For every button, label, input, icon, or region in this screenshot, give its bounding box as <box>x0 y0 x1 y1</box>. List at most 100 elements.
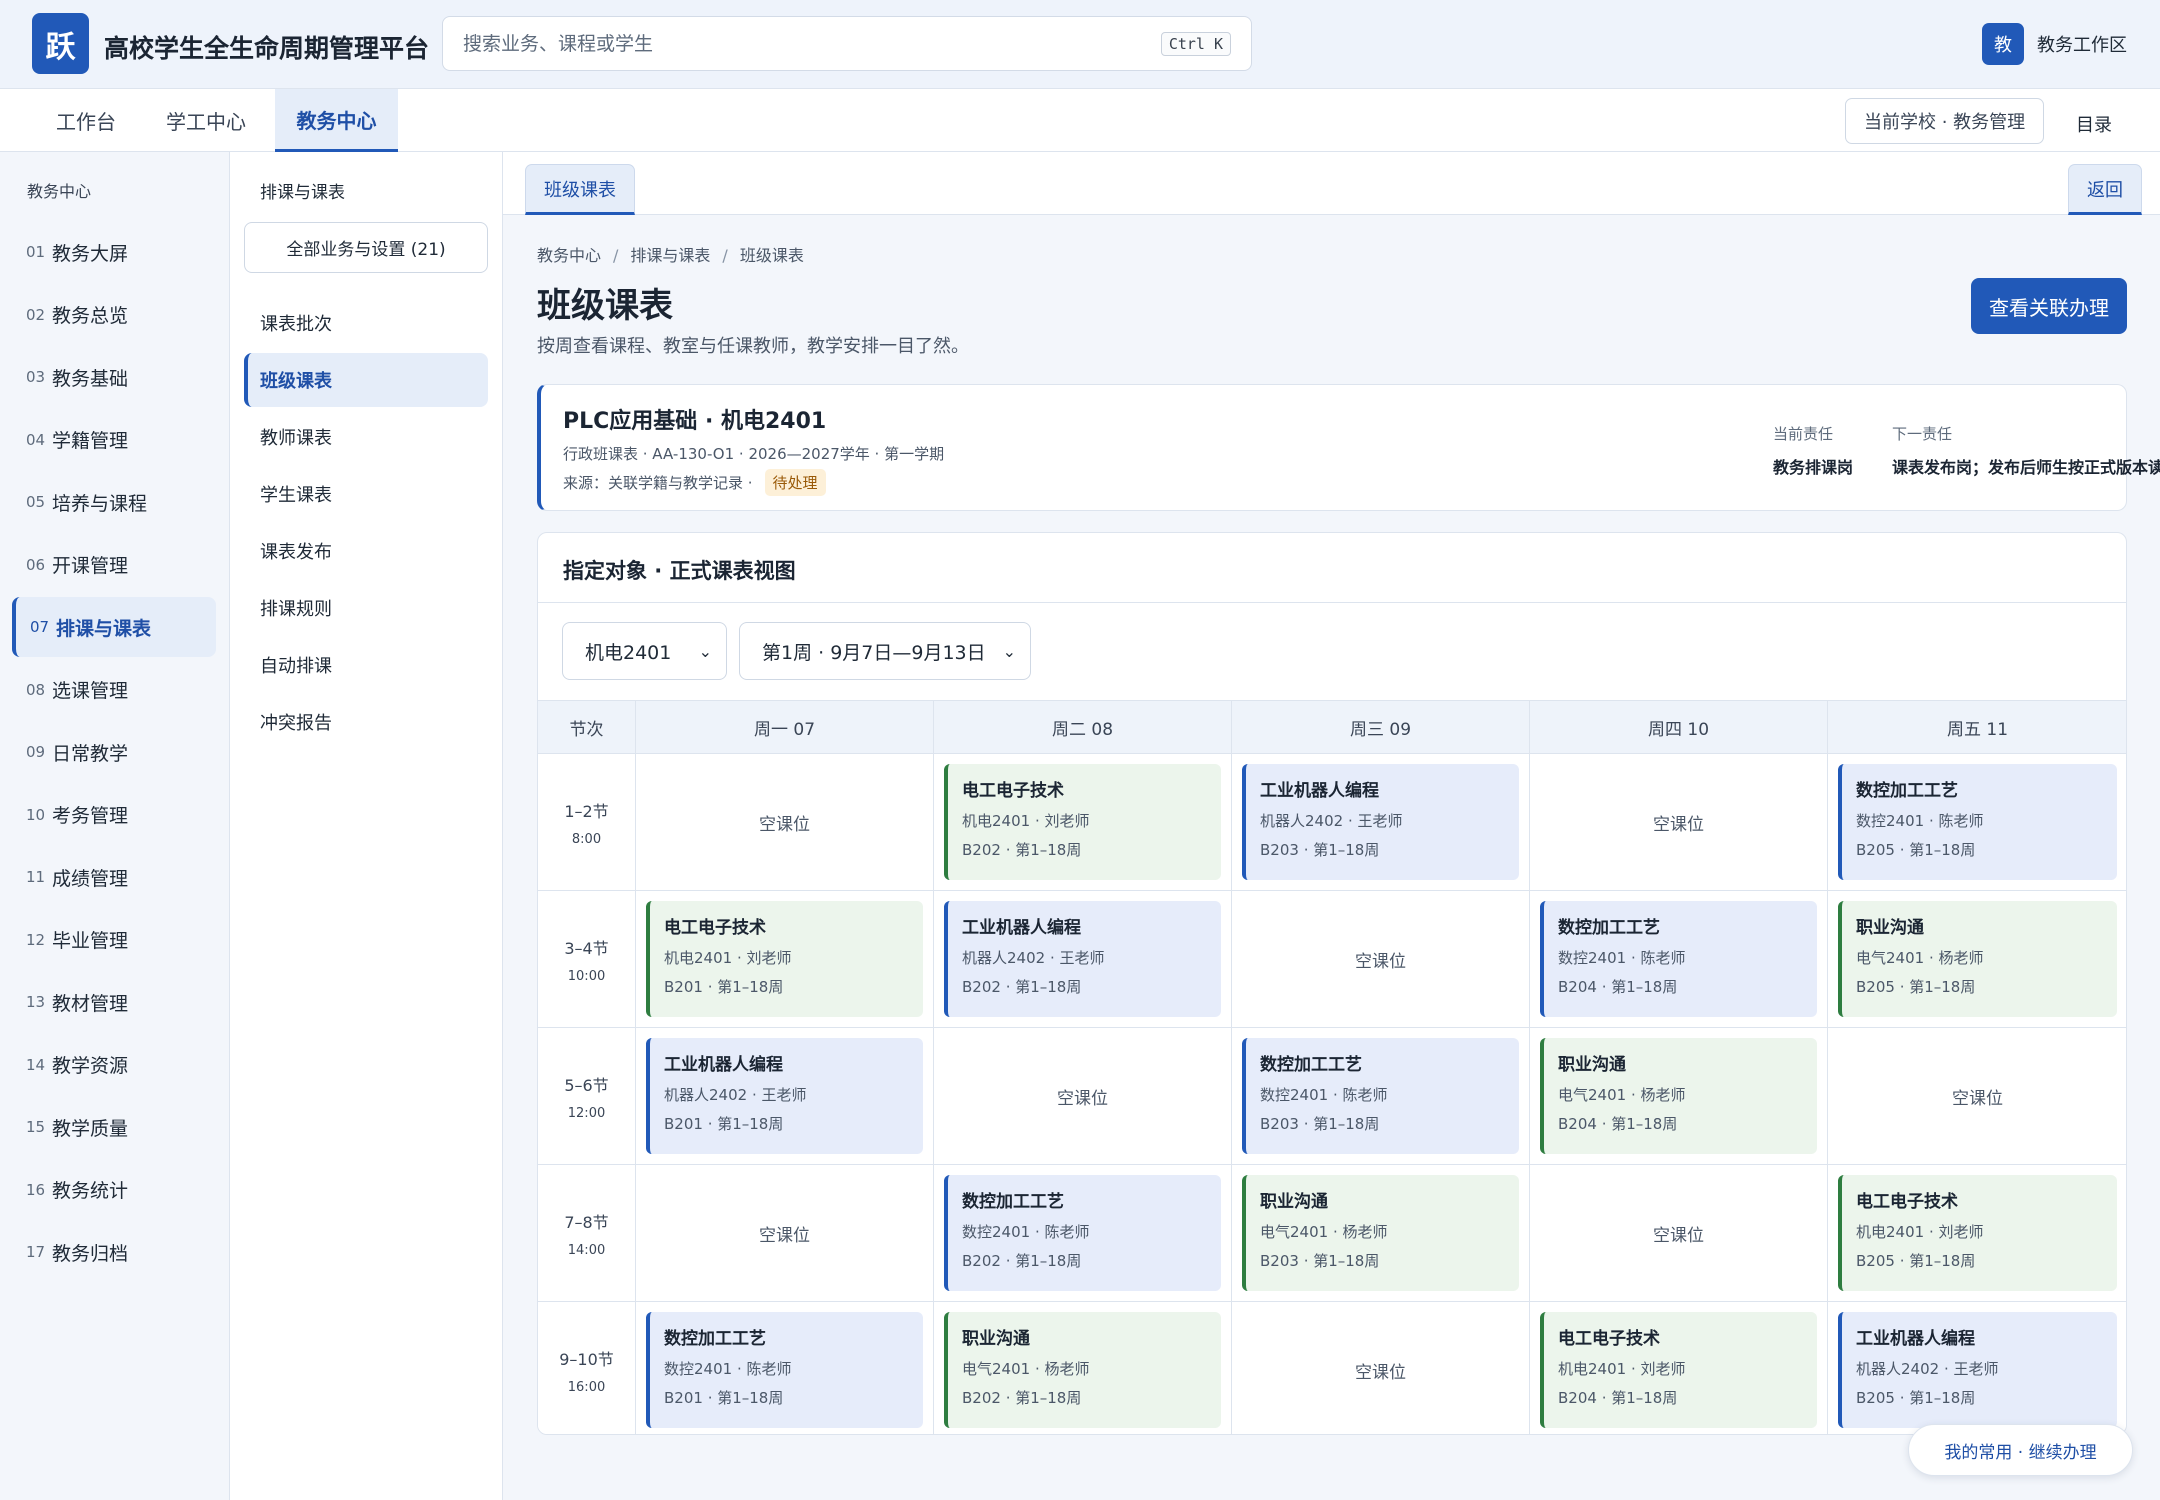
sidebar-item-label: 选课管理 <box>52 680 129 702</box>
empty-slot[interactable]: 空课位 <box>1530 754 1827 890</box>
course-card[interactable]: 电工电子技术 机电2401 · 刘老师 B204 · 第1–18周 <box>1540 1312 1817 1428</box>
sidebar-item[interactable]: 02 教务总览 <box>12 285 216 345</box>
tab-class-schedule[interactable]: 班级课表 <box>525 164 635 215</box>
top-header: 跃 高校学生全生命周期管理平台 Ctrl K 教 教务工作区 <box>0 0 2160 89</box>
current-school-chip[interactable]: 当前学校 · 教务管理 <box>1845 98 2045 144</box>
subnav-item[interactable]: 自动排课 <box>244 638 488 692</box>
course-room: B201 · 第1–18周 <box>664 978 784 996</box>
global-search[interactable]: Ctrl K <box>442 16 1252 71</box>
breadcrumb-item[interactable]: 教务中心 <box>537 246 601 265</box>
course-room: B204 · 第1–18周 <box>1558 1115 1678 1133</box>
breadcrumb-item[interactable]: 排课与课表 <box>630 246 710 265</box>
empty-slot[interactable]: 空课位 <box>1530 1165 1827 1301</box>
sidebar-item[interactable]: 16 教务统计 <box>12 1160 216 1220</box>
sidebar-item[interactable]: 05 培养与课程 <box>12 472 216 532</box>
course-name: 职业沟通 <box>1558 1055 1626 1075</box>
course-card[interactable]: 职业沟通 电气2401 · 杨老师 B205 · 第1–18周 <box>1838 901 2117 1017</box>
all-settings-button[interactable]: 全部业务与设置 (21) <box>244 222 488 273</box>
subnav-item[interactable]: 冲突报告 <box>244 695 488 749</box>
course-card[interactable]: 职业沟通电气2401 · 杨老师 B204 · 第1–18周 <box>1540 1038 1817 1154</box>
subnav-title: 排课与课表 <box>260 183 345 203</box>
sidebar-item-label: 日常教学 <box>52 742 129 765</box>
workspace-label[interactable]: 教务工作区 <box>2037 31 2127 57</box>
subnav-item[interactable]: 课表发布 <box>244 524 488 578</box>
avatar[interactable]: 教 <box>1982 23 2024 65</box>
sidebar-item[interactable]: 10 考务管理 <box>12 785 216 845</box>
nav-tab-workbench[interactable]: 工作台 <box>38 89 134 152</box>
sidebar-item-number: 15 <box>26 1118 46 1136</box>
course-name: 数控加工工艺 <box>962 1192 1064 1212</box>
course-card[interactable]: 数控加工工艺 数控2401 · 陈老师 B203 · 第1–18周 <box>1242 1038 1519 1154</box>
sidebar-item[interactable]: 06 开课管理 <box>12 535 216 595</box>
sidebar-item[interactable]: 03 教务基础 <box>12 347 216 407</box>
next-resp-value: 课表发布岗；发布后师生按正式版本读取 <box>1892 458 2160 477</box>
schedule-cell: 工业机器人编程 机器人2402 · 王老师 B205 · 第1–18周 <box>1828 1302 2126 1434</box>
course-room: B202 · 第1–18周 <box>962 978 1082 996</box>
course-card[interactable]: 电工电子技术 机电2401 · 刘老师 B202 · 第1–18周 <box>944 764 1221 880</box>
sidebar-item[interactable]: 08 选课管理 <box>12 660 216 720</box>
sidebar-item[interactable]: 01 教务大屏 <box>12 222 216 282</box>
course-teacher: 机电2401 · 刘老师 <box>1558 1360 1686 1378</box>
schedule-info-title: PLC应用基础 · 机电2401 <box>563 409 827 434</box>
sidebar-item[interactable]: 15 教学质量 <box>12 1097 216 1157</box>
sidebar-item[interactable]: 17 教务归档 <box>12 1222 216 1282</box>
course-card[interactable]: 数控加工工艺 数控2401 · 陈老师 B205 · 第1–18周 <box>1838 764 2117 880</box>
directory-link[interactable]: 目录 <box>2076 111 2112 137</box>
period-cell: 9–10节 16:00 <box>538 1302 636 1434</box>
course-teacher: 电气2401 · 杨老师 <box>1558 1086 1686 1104</box>
period-cell: 1–2节 8:00 <box>538 754 636 891</box>
schedule-cell: 空课位 <box>636 754 934 891</box>
sidebar-item[interactable]: 11 成绩管理 <box>12 847 216 907</box>
search-input[interactable] <box>463 32 1161 55</box>
subnav-item[interactable]: 班级课表 <box>244 353 488 407</box>
view-related-button[interactable]: 查看关联办理 <box>1971 278 2127 334</box>
primary-sidebar: 教务中心 01 教务大屏 02 教务总览 03 教务基础 04 学籍管理 05 培养与课程 06 开课… <box>0 152 230 1500</box>
sidebar-item[interactable]: 07 排课与课表 <box>12 597 216 657</box>
empty-slot[interactable]: 空课位 <box>1232 1302 1529 1434</box>
course-name: 电工电子技术 <box>1856 1192 1958 1212</box>
schedule-cell: 空课位 <box>636 1165 934 1302</box>
sidebar-item-label: 教材管理 <box>52 992 129 1015</box>
sidebar-item[interactable]: 12 毕业管理 <box>12 910 216 970</box>
sidebar-item[interactable]: 04 学籍管理 <box>12 410 216 470</box>
nav-tab-student-affairs[interactable]: 学工中心 <box>148 89 264 152</box>
subnav-item[interactable]: 教师课表 <box>244 410 488 464</box>
course-card[interactable]: 职业沟通 电气2401 · 杨老师 B202 · 第1–18周 <box>944 1312 1221 1428</box>
sidebar-item[interactable]: 13 教材管理 <box>12 972 216 1032</box>
nav-tab-academic-affairs[interactable]: 教务中心 <box>275 89 398 152</box>
course-card[interactable]: 工业机器人编程 机器人2402 · 王老师 B202 · 第1–18周 <box>944 901 1221 1017</box>
content-tabbar: 班级课表 返回 <box>503 152 2160 215</box>
course-card[interactable]: 工业机器人编程 机器人2402 · 王老师 B201 · 第1–18周 <box>646 1038 923 1154</box>
sidebar-item-label: 成绩管理 <box>52 867 129 890</box>
back-button[interactable]: 返回 <box>2068 164 2142 215</box>
empty-slot[interactable]: 空课位 <box>1232 891 1529 1027</box>
week-select[interactable]: 第1周 · 9月7日—9月13日 ⌄ <box>739 622 1031 680</box>
subnav-item[interactable]: 学生课表 <box>244 467 488 521</box>
course-room: B204 · 第1–18周 <box>1558 978 1678 996</box>
sidebar-item-number: 06 <box>26 555 46 574</box>
course-card[interactable]: 电工电子技术 机电2401 · 刘老师 B205 · 第1–18周 <box>1838 1175 2117 1291</box>
sidebar-item[interactable]: 14 教学资源 <box>12 1035 216 1095</box>
subnav-item[interactable]: 排课规则 <box>244 581 488 635</box>
sidebar-item[interactable]: 09 日常教学 <box>12 722 216 782</box>
period-cell: 7–8节 14:00 <box>538 1165 636 1302</box>
empty-slot[interactable]: 空课位 <box>636 754 933 890</box>
course-card[interactable]: 数控加工工艺 数控2401 · 陈老师 B204 · 第1–18周 <box>1540 901 1817 1017</box>
course-teacher: 机器人2402 · 王老师 <box>664 1086 807 1104</box>
course-card[interactable]: 电工电子技术 机电2401 · 刘老师 B201 · 第1–18周 <box>646 901 923 1017</box>
empty-slot[interactable]: 空课位 <box>1828 1028 2126 1164</box>
empty-slot[interactable]: 空课位 <box>934 1028 1231 1164</box>
empty-slot[interactable]: 空课位 <box>636 1165 933 1301</box>
sidebar-item-label: 教务大屏 <box>52 242 129 265</box>
course-card[interactable]: 职业沟通 电气2401 · 杨老师 B203 · 第1–18周 <box>1242 1175 1519 1291</box>
course-card[interactable]: 工业机器人编程 机器人2402 · 王老师 B203 · 第1–18周 <box>1242 764 1519 880</box>
course-card[interactable]: 工业机器人编程 机器人2402 · 王老师 B205 · 第1–18周 <box>1838 1312 2117 1428</box>
subnav-item[interactable]: 课表批次 <box>244 296 488 350</box>
course-card[interactable]: 数控加工工艺 数控2401 · 陈老师 B202 · 第1–18周 <box>944 1175 1221 1291</box>
course-card[interactable]: 数控加工工艺 数控2401 · 陈老师 B201 · 第1–18周 <box>646 1312 923 1428</box>
course-room: B204 · 第1–18周 <box>1558 1389 1678 1407</box>
source-text: 来源：关联学籍与教学记录 · <box>563 474 753 492</box>
favorites-continue-button[interactable]: 我的常用 · 继续办理 <box>1908 1424 2133 1476</box>
schedule-cell: 工业机器人编程 机器人2402 · 王老师 B202 · 第1–18周 <box>934 891 1232 1028</box>
class-select[interactable]: 机电2401 ⌄ <box>562 622 727 680</box>
